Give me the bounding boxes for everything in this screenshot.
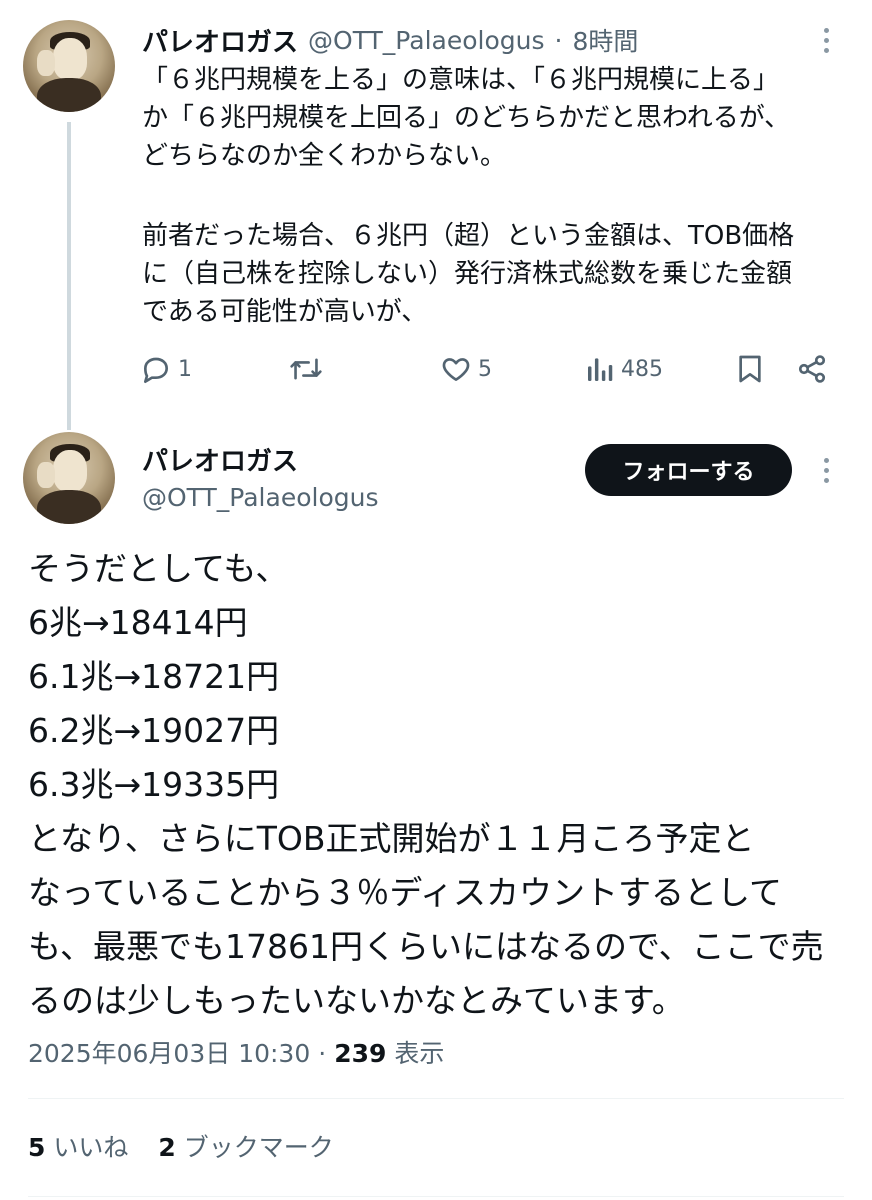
tweet-meta: 2025年06月03日 10:30 · 239 表示 <box>28 1036 444 1072</box>
display-name[interactable]: パレオロガス <box>142 444 298 480</box>
follow-button[interactable]: フォローする <box>585 444 792 496</box>
tweet-text-line: 6.3兆→19335円 <box>28 765 280 804</box>
tweet-text-line: 前者だった場合、６兆円（超）という金額は、TOB価格 <box>142 221 795 251</box>
more-icon[interactable] <box>822 28 830 53</box>
avatar[interactable] <box>23 432 115 524</box>
tweet-text-line: 6兆→18414円 <box>28 603 248 642</box>
separator-dot: · <box>554 25 563 55</box>
retweet-icon <box>290 358 322 380</box>
reply-tweet-header: パレオロガス @OTT_Palaeologus · 8時間 <box>142 22 638 58</box>
views-label: 表示 <box>394 1039 445 1068</box>
bookmarks-label: ブックマーク <box>183 1133 334 1162</box>
tweet-text-line: なっていることから３％ディスカウントするとして <box>28 873 783 912</box>
share-button[interactable] <box>796 353 828 385</box>
tweet-time[interactable]: 8時間 <box>572 22 638 58</box>
bookmark-button[interactable] <box>735 353 765 385</box>
avatar[interactable] <box>23 20 115 112</box>
tweet-text-line: どちらなのか全くわからない。 <box>142 141 507 171</box>
views-count: 239 <box>334 1039 387 1068</box>
likes-label: いいね <box>53 1133 129 1162</box>
main-tweet-text: そうだとしても、 6兆→18414円 6.1兆→18721円 6.2兆→1902… <box>28 542 858 1028</box>
reply-icon <box>144 357 168 383</box>
divider <box>28 1098 844 1099</box>
user-handle[interactable]: @OTT_Palaeologus <box>308 26 544 55</box>
thread-connector-line <box>67 122 71 430</box>
views-stat: 239 表示 <box>334 1036 444 1072</box>
bookmarks-stat[interactable]: 2 ブックマーク <box>158 1130 333 1166</box>
like-button[interactable]: 5 <box>440 353 492 385</box>
tweet-text-line: 6.1兆→18721円 <box>28 657 280 696</box>
user-handle[interactable]: @OTT_Palaeologus <box>142 480 378 516</box>
tweet-timestamp[interactable]: 2025年06月03日 10:30 <box>28 1036 310 1072</box>
likes-stat[interactable]: 5 いいね <box>28 1130 128 1166</box>
views-icon <box>588 358 613 381</box>
more-icon[interactable] <box>822 458 830 483</box>
reply-button[interactable]: 1 <box>140 353 192 385</box>
tweet-text-line: そうだとしても、 <box>28 549 289 588</box>
share-icon <box>798 355 826 383</box>
tweet-text-line: に（自己株を控除しない）発行済株式総数を乗じた金額 <box>142 259 793 289</box>
views-count: 485 <box>621 356 663 382</box>
display-name[interactable]: パレオロガス <box>142 22 298 59</box>
tweet-text-line: である可能性が高いが、 <box>142 297 428 327</box>
reply-count: 1 <box>178 356 192 382</box>
tweet-text-line: か「６兆円規模を上回る」のどちらかだと思われるが、 <box>142 103 791 133</box>
like-icon <box>442 358 470 381</box>
tweet-text-line: るのは少しもったいないかなとみています。 <box>28 981 685 1020</box>
like-count: 5 <box>478 356 492 382</box>
bookmarks-count: 2 <box>158 1133 176 1162</box>
separator-dot: · <box>318 1039 327 1068</box>
reply-tweet-text: 「６兆円規模を上る」の意味は、「６兆円規模に上る」 か「６兆円規模を上回る」のど… <box>142 62 852 332</box>
tweet-text-line: 「６兆円規模を上る」の意味は、「６兆円規模に上る」 <box>142 65 780 95</box>
tweet-text-line: となり、さらにTOB正式開始が１１月ころ予定と <box>28 819 755 858</box>
likes-count: 5 <box>28 1133 46 1162</box>
tweet-text-line: 6.2兆→19027円 <box>28 711 280 750</box>
bookmark-icon <box>739 355 761 383</box>
views-button[interactable]: 485 <box>585 353 663 385</box>
tweet-text-line: も、最悪でも17861円くらいにはなるので、ここで売 <box>28 927 824 966</box>
divider <box>28 1196 844 1197</box>
retweet-button[interactable] <box>289 353 323 385</box>
engagement-stats: 5 いいね 2 ブックマーク <box>28 1130 334 1166</box>
